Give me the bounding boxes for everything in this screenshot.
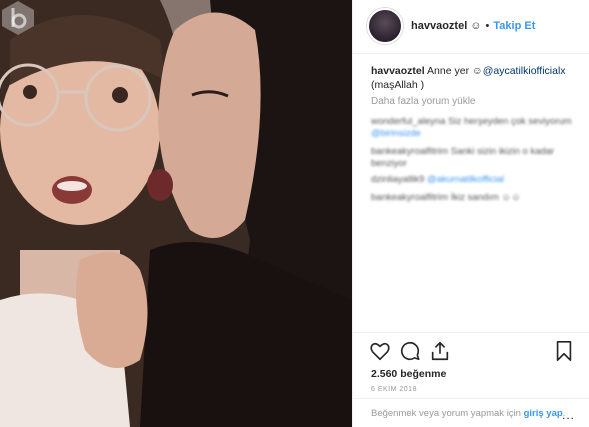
caption-text: Anne yer ☺: [424, 65, 483, 77]
bookmark-icon[interactable]: [553, 340, 575, 362]
more-options-button[interactable]: ...: [562, 408, 575, 422]
share-icon[interactable]: [429, 340, 451, 362]
login-divider: [353, 398, 589, 399]
load-more-comments[interactable]: Daha fazla yorum yükle: [371, 96, 476, 107]
b-logo-watermark: [2, 1, 34, 35]
post-sidebar: havvaoztel ☺ • Takip Et havvaoztel Anne …: [352, 0, 589, 427]
heart-icon[interactable]: [369, 340, 391, 362]
like-count[interactable]: 2.560 beğenme: [371, 368, 446, 380]
comment-item: dzinliayallik9 @akurnatilkofficial: [371, 174, 505, 185]
login-prompt: Beğenmek veya yorum yapmak için giriş ya…: [371, 408, 566, 419]
avatar[interactable]: [367, 8, 403, 44]
caption-mention[interactable]: @aycatilkiofficialx: [483, 65, 566, 77]
separator-dot: •: [485, 20, 490, 32]
comment-icon[interactable]: [399, 340, 421, 362]
photo-illustration: [0, 0, 352, 427]
post-caption: havvaoztel Anne yer ☺@aycatilkiofficialx…: [371, 64, 575, 92]
comment-item: bankeakyroalfitrim İkiz sandım ☺☺: [371, 192, 521, 203]
comment-item: bankeakyroalfitrim Sanki sizin ikizin o …: [371, 146, 555, 169]
caption-username[interactable]: havvaoztel: [371, 65, 425, 77]
login-link[interactable]: giriş yap: [524, 408, 563, 419]
post-date: 6 EKİM 2018: [371, 386, 417, 393]
header-divider: [353, 53, 589, 54]
follow-button[interactable]: Takip Et: [493, 20, 535, 32]
caption-tail: (maşAllah ): [371, 79, 425, 91]
post-photo[interactable]: [0, 0, 352, 427]
post-header: havvaoztel ☺ • Takip Et: [367, 8, 589, 44]
action-bar: [369, 340, 575, 362]
header-username[interactable]: havvaoztel ☺: [411, 20, 482, 32]
actions-divider: [353, 332, 589, 333]
comment-item: wonderful_aleyna Siz herşeyden çok seviy…: [371, 116, 572, 139]
